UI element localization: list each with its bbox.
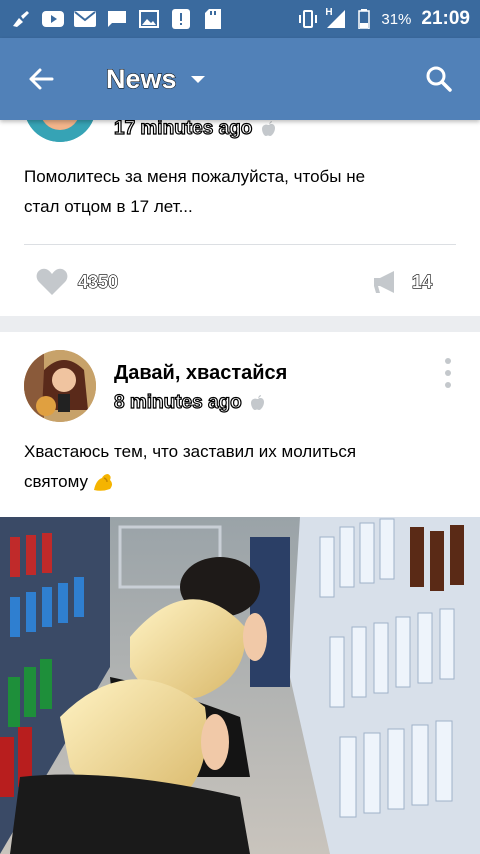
gallery-icon [138, 9, 160, 29]
page-title: News [106, 63, 178, 94]
post-author[interactable]: Давай, хвастайся [114, 362, 287, 385]
flexed-biceps-icon [93, 474, 112, 491]
youtube-icon [42, 9, 64, 29]
heart-icon [36, 268, 68, 295]
clean-icon [10, 9, 32, 29]
search-button[interactable] [398, 38, 480, 120]
clock: 21:09 [421, 8, 470, 29]
app-toolbar: News [0, 38, 480, 120]
status-bar: H 31% 21:09 [0, 0, 480, 38]
chevron-down-icon [190, 75, 205, 83]
post-actions: 4350 14 [0, 262, 480, 302]
battery-percent: 31% [381, 10, 412, 28]
network-type-label: H [325, 7, 333, 18]
search-icon [426, 66, 452, 92]
apple-icon [251, 394, 265, 410]
avatar[interactable] [24, 350, 96, 422]
message-icon [106, 9, 128, 29]
arrow-left-icon [29, 68, 54, 90]
post-card: 17 minutes ago Помолитесь за меня пожалу… [0, 70, 480, 316]
like-count: 4350 [77, 271, 119, 292]
post-time-text: 8 minutes ago [113, 391, 242, 413]
post-text-line: святому [24, 472, 88, 491]
post-text: Хвастаюсь тем, что заставил их молиться … [24, 437, 444, 497]
post-photo[interactable] [0, 517, 480, 854]
post-time: 17 minutes ago [113, 117, 276, 140]
post-text: Помолитесь за меня пожалуйста, чтобы не … [24, 162, 444, 222]
post-text-line: стал отцом в 17 лет... [24, 197, 193, 216]
post-text-line: Хвастаюсь тем, что заставил их молиться [24, 442, 357, 461]
alert-icon [170, 9, 192, 29]
feed-selector[interactable]: News [106, 63, 205, 95]
megaphone-icon [374, 271, 394, 293]
share-count: 14 [411, 271, 433, 292]
back-button[interactable] [0, 38, 82, 120]
more-options-icon[interactable] [438, 358, 458, 388]
post-time-text: 17 minutes ago [113, 117, 253, 139]
battery-icon [353, 9, 375, 29]
share-button[interactable]: 14 [372, 269, 433, 295]
post-text-line: Помолитесь за меня пожалуйста, чтобы не [24, 167, 366, 186]
like-button[interactable]: 4350 [36, 268, 119, 296]
signal-icon: H [325, 7, 347, 29]
post-card: Давай, хвастайся 8 minutes ago Хвастаюсь… [0, 332, 480, 854]
vibrate-icon [297, 9, 319, 29]
sd-card-icon [202, 9, 224, 29]
mail-icon [74, 9, 96, 29]
apple-icon [261, 120, 275, 136]
divider [24, 244, 456, 245]
post-time: 8 minutes ago [113, 391, 265, 414]
